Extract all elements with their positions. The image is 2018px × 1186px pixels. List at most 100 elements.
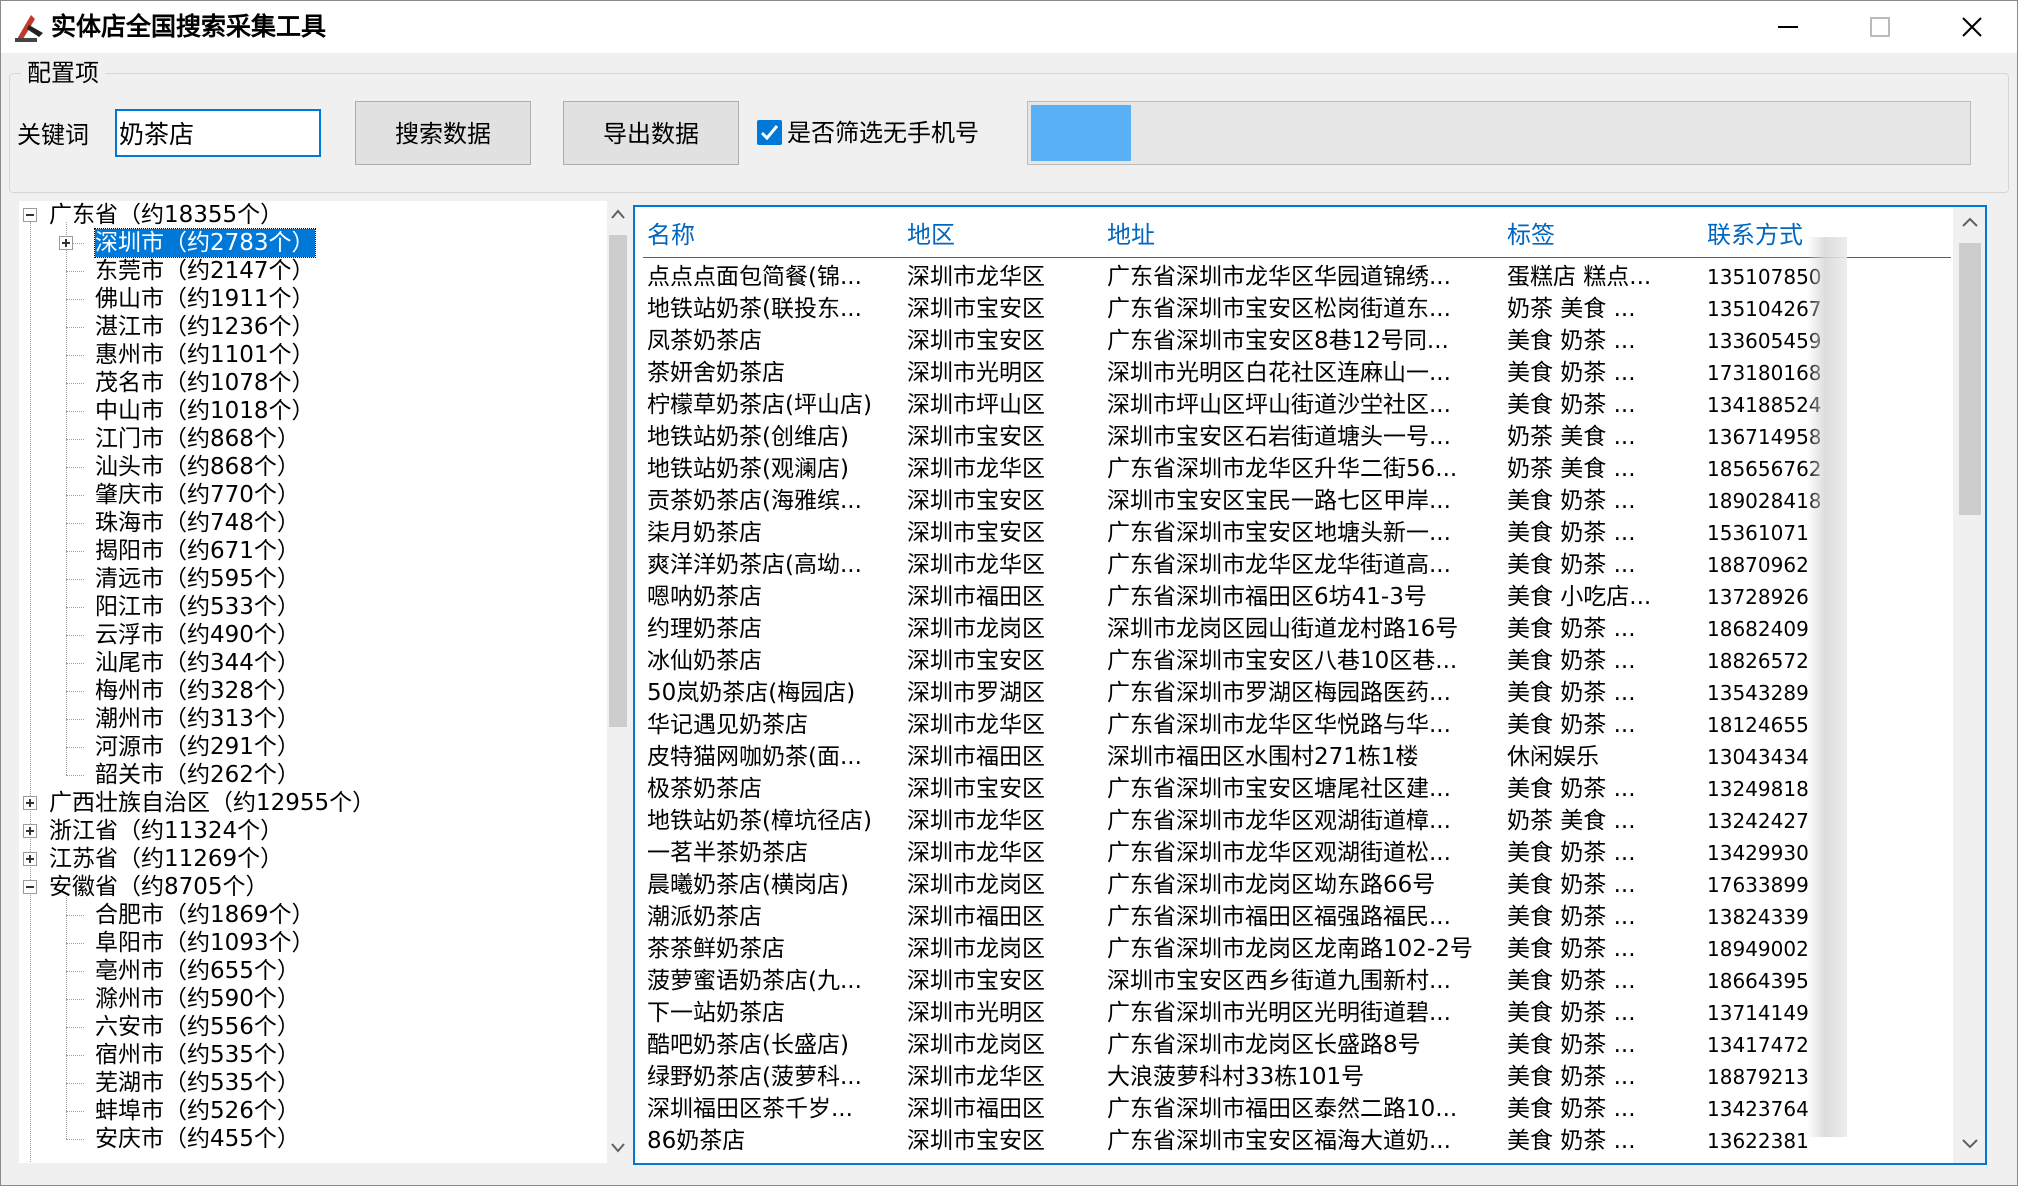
cell-address: 广东省深圳市龙华区华园道锦绣... [1107,264,1451,290]
search-button[interactable]: 搜索数据 [355,101,531,165]
results-table[interactable]: 名称 地区 地址 标签 联系方式 点点点面包简餐(锦... 深圳市龙华区 广东省深圳… [633,205,1987,1165]
cell-region: 深圳市宝安区 [907,424,1045,450]
table-row[interactable]: 潮派奶茶店 深圳市福田区 广东省深圳市福田区福强路福民... 美食 奶茶 ... 138… [635,901,1955,933]
cell-address: 广东省深圳市龙岗区坳东路66号 [1107,872,1436,898]
cell-name: 皮特猫网咖奶茶(面... [647,744,862,770]
cell-name: 地铁站奶茶(创维店) [647,424,849,450]
table-row[interactable]: 爽洋洋奶茶店(高坳... 深圳市龙华区 广东省深圳市龙华区龙华街道高... 美食 奶茶… [635,549,1955,581]
scroll-up-icon[interactable] [610,207,626,221]
cell-tags: 美食 奶茶 ... [1507,1064,1636,1090]
cell-address: 广东省深圳市宝安区8巷12号同... [1107,328,1449,354]
scroll-up-icon[interactable] [1961,215,1979,229]
title-bar[interactable]: 实体店全国搜索采集工具 [1,1,2017,53]
expand-icon[interactable] [59,236,73,250]
expand-icon[interactable] [23,852,37,866]
table-row[interactable]: 皮特猫网咖奶茶(面... 深圳市福田区 深圳市福田区水围村271栋1楼 休闲娱乐 130… [635,741,1955,773]
table-row[interactable]: 地铁站奶茶(樟坑径店) 深圳市龙华区 广东省深圳市龙华区观湖街道樟... 奶茶 美食 … [635,805,1955,837]
table-row[interactable]: 茶妍舍奶茶店 深圳市光明区 深圳市光明区白花社区连麻山一... 美食 奶茶 ... 17… [635,357,1955,389]
table-row[interactable]: 晨曦奶茶店(横岗店) 深圳市龙岗区 广东省深圳市龙岗区坳东路66号 美食 奶茶 ...… [635,869,1955,901]
table-row[interactable]: 点点点面包简餐(锦... 深圳市龙华区 广东省深圳市龙华区华园道锦绣... 蛋糕店 糕… [635,261,1955,293]
tree-connector [66,495,84,496]
collapse-icon[interactable] [23,208,37,222]
table-row[interactable]: 约理奶茶店 深圳市龙岗区 深圳市龙岗区园山街道龙村路16号 美食 奶茶 ... 1868… [635,613,1955,645]
tree-scrollbar[interactable] [607,201,629,1163]
table-row[interactable]: 冰仙奶茶店 深圳市宝安区 广东省深圳市宝安区八巷10区巷... 美食 奶茶 ... 18… [635,645,1955,677]
config-group-label: 配置项 [21,57,105,89]
minimize-button[interactable] [1743,1,1833,53]
cell-name: 一茗半茶奶茶店 [647,840,808,866]
tree-node-label: 潮州市（约313个） [95,706,300,732]
close-button[interactable] [1927,1,2017,53]
cell-region: 深圳市龙华区 [907,552,1045,578]
cell-address: 广东省深圳市龙华区观湖街道松... [1107,840,1451,866]
tree-node-label: 佛山市（约1911个） [95,286,315,312]
expand-icon[interactable] [23,796,37,810]
column-header-contact[interactable]: 联系方式 [1707,219,1803,251]
progress-fill [1031,105,1131,161]
tree-node-label: 合肥市（约1869个） [95,902,315,928]
cell-tags: 美食 奶茶 ... [1507,552,1636,578]
table-row[interactable]: 地铁站奶茶(联投东... 深圳市宝安区 广东省深圳市宝安区松岗街道东... 奶茶 美食… [635,293,1955,325]
export-button[interactable]: 导出数据 [563,101,739,165]
cell-address: 深圳市宝安区西乡街道九围新村... [1107,968,1451,994]
table-row[interactable]: 深圳福田区茶千岁... 深圳市福田区 广东省深圳市福田区泰然二路10... 美食 奶茶… [635,1093,1955,1125]
table-row[interactable]: 地铁站奶茶(创维店) 深圳市宝安区 深圳市宝安区石岩街道塘头一号... 奶茶 美食 .… [635,421,1955,453]
cell-name: 50岚奶茶店(梅园店) [647,680,856,706]
tree-connector [66,411,84,412]
cell-tags: 奶茶 美食 ... [1507,456,1636,482]
column-header-name[interactable]: 名称 [647,219,695,251]
table-row[interactable]: 一茗半茶奶茶店 深圳市龙华区 广东省深圳市龙华区观湖街道松... 美食 奶茶 ... 1… [635,837,1955,869]
cell-tags: 休闲娱乐 [1507,744,1599,770]
tree-node-label: 湛江市（约1236个） [95,314,315,340]
tree-node-label: 中山市（约1018个） [95,398,315,424]
tree-node-label: 河源市（约291个） [95,734,300,760]
collapse-icon[interactable] [23,880,37,894]
table-row[interactable]: 华记遇见奶茶店 深圳市龙华区 广东省深圳市龙华区华悦路与华... 美食 奶茶 ... 1… [635,709,1955,741]
table-scroll-thumb[interactable] [1959,243,1981,515]
table-row[interactable]: 嗯呐奶茶店 深圳市福田区 广东省深圳市福田区6坊41-3号 美食 小吃店... 1372… [635,581,1955,613]
filter-checkbox[interactable] [757,120,782,145]
cell-region: 深圳市福田区 [907,584,1045,610]
tree-node-label: 肇庆市（约770个） [95,482,300,508]
table-row[interactable]: 86奶茶店 深圳市宝安区 广东省深圳市宝安区福海大道奶... 美食 奶茶 ... 136… [635,1125,1955,1157]
maximize-button[interactable] [1835,1,1925,53]
table-row[interactable]: 50岚奶茶店(梅园店) 深圳市罗湖区 广东省深圳市罗湖区梅园路医药... 美食 奶茶 … [635,677,1955,709]
tree-connector [66,523,84,524]
table-row[interactable]: 凤茶奶茶店 深圳市宝安区 广东省深圳市宝安区8巷12号同... 美食 奶茶 ... 13… [635,325,1955,357]
cell-tags: 美食 奶茶 ... [1507,328,1636,354]
table-row[interactable]: 柠檬草奶茶店(坪山店) 深圳市坪山区 深圳市坪山区坪山街道沙坣社区... 美食 奶茶 … [635,389,1955,421]
tree-connector [66,439,84,440]
tree-scroll-thumb[interactable] [609,235,627,727]
cell-name: 贡茶奶茶店(海雅缤... [647,488,862,514]
table-row[interactable]: 地铁站奶茶(观澜店) 深圳市龙华区 广东省深圳市龙华区升华二街56... 奶茶 美食 … [635,453,1955,485]
column-header-address[interactable]: 地址 [1107,219,1155,251]
tree-node-label: 汕头市（约868个） [95,454,300,480]
keyword-input[interactable] [115,109,321,157]
cell-region: 深圳市宝安区 [907,1128,1045,1154]
column-header-region[interactable]: 地区 [907,219,955,251]
column-header-tags[interactable]: 标签 [1507,219,1555,251]
table-row[interactable]: 极茶奶茶店 深圳市宝安区 广东省深圳市宝安区塘尾社区建... 美食 奶茶 ... 132… [635,773,1955,805]
scroll-down-icon[interactable] [1961,1137,1979,1151]
cell-tags: 美食 奶茶 ... [1507,872,1636,898]
tree-node-label: 梅州市（约328个） [95,678,300,704]
table-row[interactable]: 贡茶奶茶店(海雅缤... 深圳市宝安区 深圳市宝安区宝民一路七区甲岸... 美食 奶茶… [635,485,1955,517]
cell-tags: 蛋糕店 糕点... [1507,264,1652,290]
region-tree[interactable]: 广东省（约18355个） 深圳市（约2783个） 东莞市（约2147个） 佛山市（约1… [19,201,629,1163]
expand-icon[interactable] [23,824,37,838]
table-row[interactable]: 绿野奶茶店(菠萝科... 深圳市龙华区 大浪菠萝科村33栋101号 美食 奶茶 ...… [635,1061,1955,1093]
scroll-down-icon[interactable] [610,1141,626,1155]
table-row[interactable]: 下一站奶茶店 深圳市光明区 广东省深圳市光明区光明街道碧... 美食 奶茶 ... 13… [635,997,1955,1029]
cell-address: 广东省深圳市福田区6坊41-3号 [1107,584,1427,610]
table-row[interactable]: 酷吧奶茶店(长盛店) 深圳市龙岗区 广东省深圳市龙岗区长盛路8号 美食 奶茶 ... 1… [635,1029,1955,1061]
cell-region: 深圳市龙华区 [907,712,1045,738]
cell-address: 广东省深圳市罗湖区梅园路医药... [1107,680,1451,706]
table-scrollbar[interactable] [1953,207,1985,1163]
cell-address: 大浪菠萝科村33栋101号 [1107,1064,1365,1090]
table-row[interactable]: 柒月奶茶店 深圳市宝安区 广东省深圳市宝安区地塘头新一... 美食 奶茶 ... 153… [635,517,1955,549]
table-row[interactable]: 茶茶鲜奶茶店 深圳市龙岗区 广东省深圳市龙岗区龙南路102-2号 美食 奶茶 ... 1… [635,933,1955,965]
cell-name: 86奶茶店 [647,1128,746,1154]
cell-tags: 美食 奶茶 ... [1507,520,1636,546]
table-row[interactable]: 菠萝蜜语奶茶店(九... 深圳市宝安区 深圳市宝安区西乡街道九围新村... 美食 奶茶… [635,965,1955,997]
cell-name: 潮派奶茶店 [647,904,762,930]
